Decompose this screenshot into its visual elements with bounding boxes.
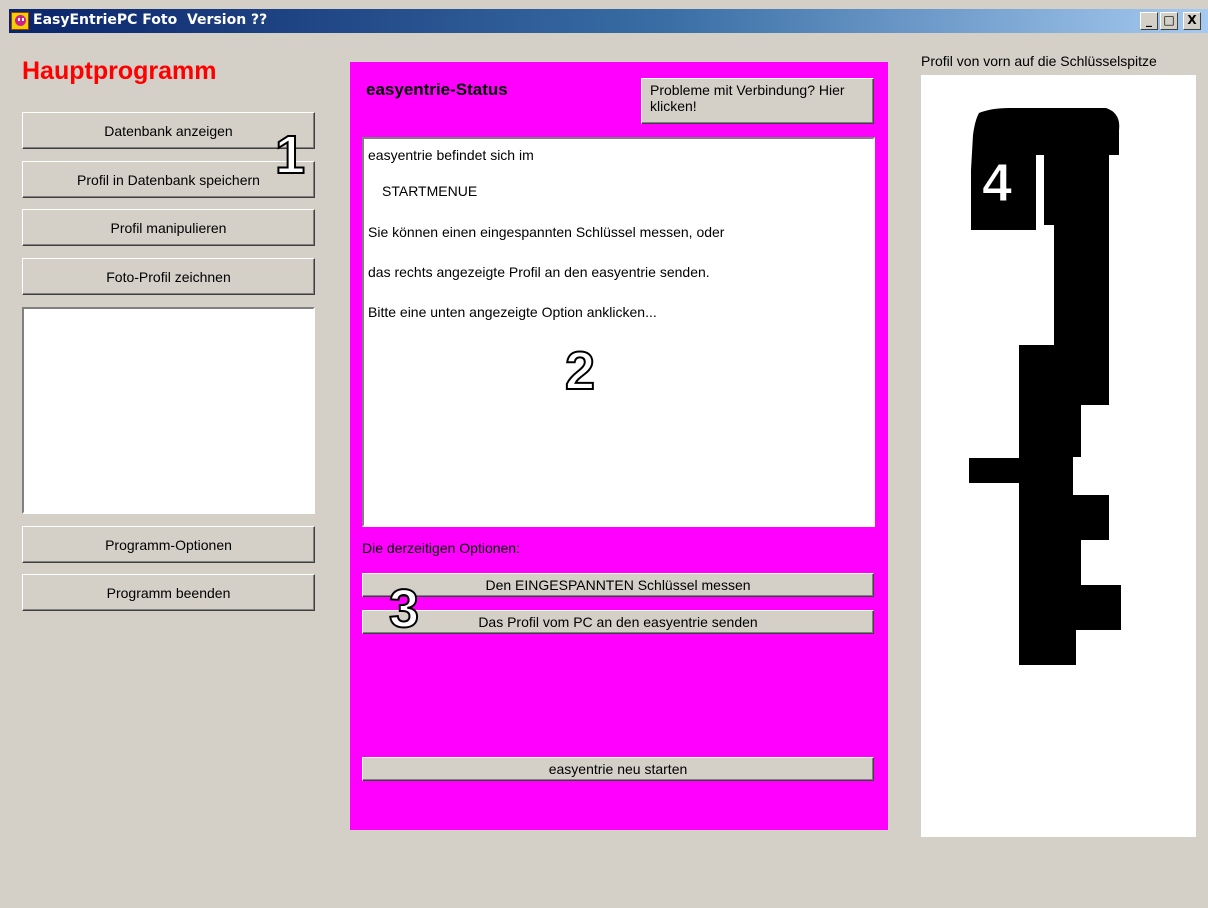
status-line: das rechts angezeigte Profil an den easy… (368, 264, 710, 280)
key-profile-shape (969, 108, 1121, 665)
window-title: EasyEntriePC Foto Version ?? (33, 12, 268, 28)
page-title: Hauptprogramm (22, 57, 217, 85)
close-button[interactable]: X (1183, 12, 1201, 30)
save-profile-to-database-button[interactable]: Profil in Datenbank speichern (22, 161, 315, 198)
maximize-button[interactable]: □ (1160, 12, 1178, 30)
manipulate-profile-button[interactable]: Profil manipulieren (22, 209, 315, 246)
status-text-box: easyentrie befindet sich im STARTMENUE S… (362, 137, 875, 527)
exit-program-button[interactable]: Programm beenden (22, 574, 315, 611)
app-icon (11, 12, 29, 30)
title-bar[interactable]: EasyEntriePC Foto Version ?? _ □ X (9, 9, 1208, 33)
restart-easyentrie-button[interactable]: easyentrie neu starten (362, 757, 874, 781)
annotation-4: 4 (981, 153, 1013, 213)
options-label: Die derzeitigen Optionen: (362, 540, 520, 556)
status-line: Sie können einen eingespannten Schlüssel… (368, 224, 725, 240)
connection-problem-button[interactable]: Probleme mit Verbindung? Hier klicken! (641, 78, 874, 124)
status-title: easyentrie-Status (366, 80, 508, 99)
profile-list[interactable] (22, 307, 315, 514)
minimize-button[interactable]: _ (1140, 12, 1158, 30)
annotation-3: 3 (388, 579, 420, 639)
status-state: STARTMENUE (382, 183, 478, 199)
annotation-1: 1 (274, 125, 306, 185)
measure-key-button[interactable]: Den EINGESPANNTEN Schlüssel messen (362, 573, 874, 597)
program-options-button[interactable]: Programm-Optionen (22, 526, 315, 563)
show-database-button[interactable]: Datenbank anzeigen (22, 112, 315, 149)
profile-view (921, 75, 1196, 837)
status-line: Bitte eine unten angezeigte Option ankli… (368, 304, 657, 320)
draw-photo-profile-button[interactable]: Foto-Profil zeichnen (22, 258, 315, 295)
profile-label: Profil von vorn auf die Schlüsselspitze (921, 53, 1157, 69)
main-window: EasyEntriePC Foto Version ?? _ □ X Haupt… (0, 0, 1208, 908)
send-profile-button[interactable]: Das Profil vom PC an den easyentrie send… (362, 610, 874, 634)
status-line: easyentrie befindet sich im (368, 147, 534, 163)
annotation-2: 2 (564, 341, 596, 401)
